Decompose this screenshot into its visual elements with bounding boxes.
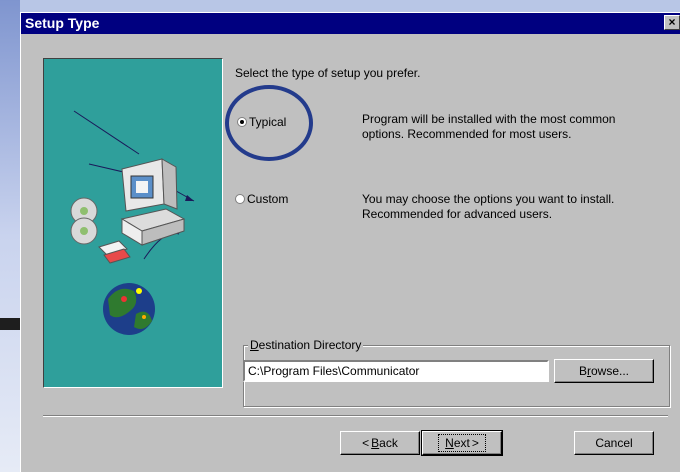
close-icon: × xyxy=(668,15,676,29)
radio-custom[interactable]: Custom xyxy=(235,192,288,206)
next-rest: ext xyxy=(453,436,470,450)
button-separator xyxy=(43,415,668,417)
destination-label-rest: estination Directory xyxy=(258,338,362,352)
back-accel: B xyxy=(371,436,380,450)
setup-illustration xyxy=(43,58,223,388)
typical-description-line1: Program will be installed with the most … xyxy=(362,112,616,126)
desktop-background xyxy=(0,0,20,472)
dialog-title: Setup Type xyxy=(25,15,100,31)
floppy-disk-icon xyxy=(98,240,131,264)
desktop-dark-block xyxy=(0,318,20,330)
cancel-label: Cancel xyxy=(595,436,633,450)
cancel-button[interactable]: Cancel xyxy=(574,431,654,455)
setup-prompt: Select the type of setup you prefer. xyxy=(235,66,421,80)
radio-typical-label: Typical xyxy=(249,115,287,129)
computer-icon xyxy=(120,158,186,246)
next-arrow: > xyxy=(471,436,479,450)
radio-custom-label: Custom xyxy=(247,192,289,206)
back-button[interactable]: < Back xyxy=(340,431,420,455)
globe-icon xyxy=(103,283,155,335)
back-arrow: < xyxy=(362,436,370,450)
custom-description: You may choose the options you want to i… xyxy=(362,192,680,222)
next-button[interactable]: Next > xyxy=(421,430,503,456)
close-button[interactable]: × xyxy=(664,15,680,30)
next-accel: N xyxy=(445,436,454,450)
browse-button[interactable]: Br owse... xyxy=(554,359,654,383)
custom-description-line2: Recommended for advanced users. xyxy=(362,207,553,221)
browse-post: owse... xyxy=(591,364,630,378)
radio-custom-indicator[interactable] xyxy=(235,194,245,204)
radio-typical[interactable]: Typical xyxy=(237,115,286,129)
back-rest: ack xyxy=(379,436,398,450)
cd-disc-icon xyxy=(70,197,98,245)
custom-description-line1: You may choose the options you want to i… xyxy=(362,192,615,206)
destination-group-label: Destination Directory xyxy=(248,338,364,352)
browse-pre: B xyxy=(578,364,587,378)
next-focus-rect: Next > xyxy=(438,434,486,452)
radio-typical-indicator[interactable] xyxy=(237,117,247,127)
setup-type-dialog: Setup Type × Select the type of setup yo… xyxy=(20,12,680,472)
typical-description-line2: options. Recommended for most users. xyxy=(362,127,572,141)
typical-description: Program will be installed with the most … xyxy=(362,112,680,142)
destination-path-input[interactable] xyxy=(243,360,549,382)
computer-globe-illustration xyxy=(70,110,195,335)
destination-label-accel: D xyxy=(250,338,259,352)
title-bar: Setup Type × xyxy=(21,13,680,34)
